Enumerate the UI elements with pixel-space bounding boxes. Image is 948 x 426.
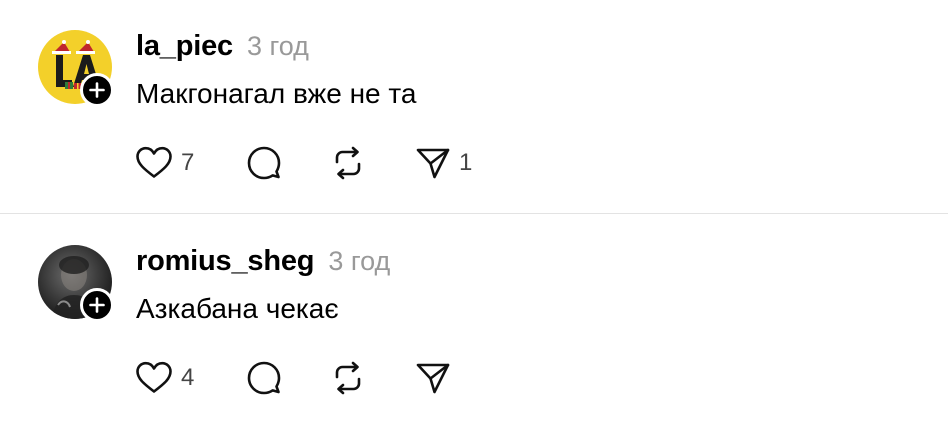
comment-icon (247, 361, 281, 395)
avatar-container (38, 245, 116, 323)
share-button[interactable]: 1 (415, 145, 472, 181)
username[interactable]: la_piec (136, 30, 233, 63)
timestamp: 3 год (246, 31, 309, 61)
repost-icon (335, 146, 361, 180)
reply-button[interactable] (246, 360, 282, 396)
repost-button[interactable] (330, 360, 366, 396)
heart-icon (136, 361, 172, 393)
like-button[interactable]: 4 (135, 360, 194, 396)
divider (0, 213, 948, 214)
timestamp: 3 год (328, 246, 391, 276)
post-header: romius_sheg 3 год (136, 245, 390, 278)
post-text: Азкабана чекає (136, 293, 339, 324)
heart-icon (136, 146, 172, 178)
like-count: 7 (181, 149, 195, 176)
reply-button[interactable] (246, 145, 282, 181)
post-text: Макгонагал вже не та (136, 78, 417, 109)
share-count: 1 (459, 149, 473, 176)
follow-button[interactable] (80, 73, 114, 107)
share-icon (416, 363, 450, 394)
like-button[interactable]: 7 (135, 145, 194, 181)
thread-post: romius_sheg 3 год Азкабана чекає 4 (0, 215, 948, 426)
thread-post: la_piec 3 год Макгонагал вже не та 7 1 (0, 0, 948, 214)
avatar-container (38, 30, 116, 108)
share-button[interactable] (415, 360, 459, 396)
plus-icon (89, 297, 105, 313)
comment-icon (247, 146, 281, 180)
plus-icon (89, 82, 105, 98)
follow-button[interactable] (80, 288, 114, 322)
repost-icon (335, 361, 361, 395)
share-icon (416, 148, 450, 179)
like-count: 4 (181, 364, 195, 391)
username[interactable]: romius_sheg (136, 245, 315, 278)
post-header: la_piec 3 год (136, 30, 309, 63)
repost-button[interactable] (330, 145, 366, 181)
